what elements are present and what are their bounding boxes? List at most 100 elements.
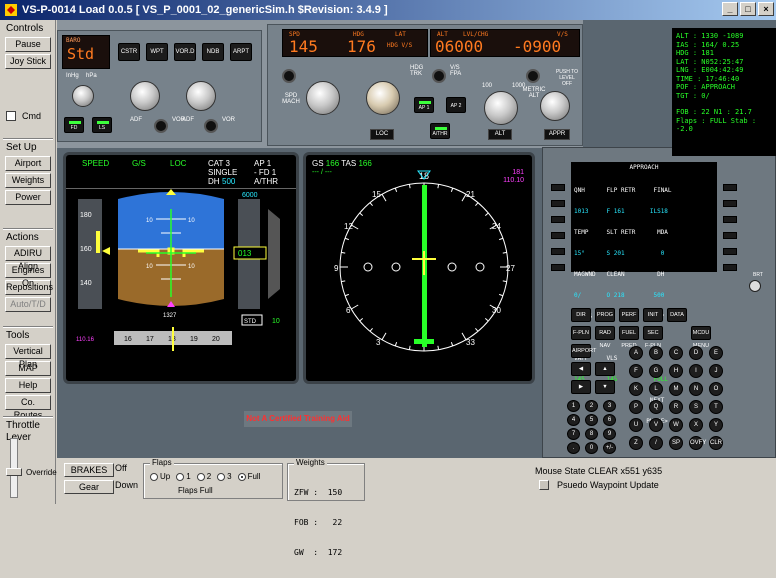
ap1-button[interactable]: AP 1: [414, 97, 434, 113]
flaps-full-option[interactable]: Full: [237, 472, 260, 481]
flaps-1-radio[interactable]: [176, 472, 185, 481]
arrow-down-key[interactable]: ▼: [595, 380, 615, 394]
mcdu-key-digit-5[interactable]: 6: [603, 414, 616, 426]
mcdu-key-n[interactable]: N: [689, 382, 703, 396]
mcdu-key-digit-11[interactable]: +/-: [603, 442, 616, 454]
mcdu-key-x[interactable]: X: [689, 418, 703, 432]
metric-alt-button[interactable]: [526, 69, 540, 83]
appr-button[interactable]: APPR: [544, 129, 570, 140]
brt-knob[interactable]: [749, 280, 761, 292]
prog-key[interactable]: PROG: [595, 308, 615, 322]
cstr-button[interactable]: CSTR: [118, 43, 140, 61]
throttle-slider[interactable]: [6, 468, 22, 476]
help-button[interactable]: Help: [5, 378, 51, 393]
cmd-checkbox[interactable]: [6, 111, 16, 121]
flaps-2-radio[interactable]: [196, 472, 205, 481]
mcdu-key-t[interactable]: T: [709, 400, 723, 414]
fd-button[interactable]: FD: [64, 117, 84, 133]
alt-button[interactable]: ALT: [488, 129, 512, 140]
pseudo-waypoint-button[interactable]: [539, 480, 549, 490]
maximize-button[interactable]: □: [740, 2, 756, 16]
close-button[interactable]: ×: [758, 2, 774, 16]
data-key[interactable]: DATA: [667, 308, 687, 322]
adf-vor-switch-2[interactable]: [204, 119, 218, 133]
nd-range-knob[interactable]: [186, 81, 216, 111]
mcdu-key-digit-3[interactable]: 4: [567, 414, 580, 426]
flaps-up-radio[interactable]: [150, 472, 158, 481]
co-routes-button[interactable]: Co. Routes: [5, 395, 51, 420]
init-key[interactable]: INIT: [643, 308, 663, 322]
fpln-key[interactable]: F-PLN: [571, 326, 591, 340]
mcdu-key-f[interactable]: F: [629, 364, 643, 378]
radnav-key[interactable]: RAD NAV: [595, 326, 615, 349]
lsk-3l[interactable]: [551, 216, 565, 223]
vertical-plan-button[interactable]: Vertical Plan: [5, 344, 51, 369]
hdg-vs-trk-fpa-button[interactable]: [432, 69, 446, 83]
vord-button[interactable]: VOR.D: [174, 43, 196, 61]
mcdu-key-r[interactable]: R: [669, 400, 683, 414]
heading-knob[interactable]: [366, 81, 400, 115]
mcdu-key-digit-7[interactable]: 8: [585, 428, 598, 440]
arrow-up-key[interactable]: ▲: [595, 362, 615, 376]
auto-tod-button[interactable]: Auto/T/D: [5, 297, 51, 312]
mcdu-key-c[interactable]: C: [669, 346, 683, 360]
mcdu-key-k[interactable]: K: [629, 382, 643, 396]
brakes-button[interactable]: BRAKES: [64, 463, 114, 477]
vs-knob[interactable]: [540, 91, 570, 121]
arrow-right-key[interactable]: ▶: [571, 380, 591, 394]
arrow-left-key[interactable]: ◀: [571, 362, 591, 376]
mcdu-key-m[interactable]: M: [669, 382, 683, 396]
mcdu-key-digit-1[interactable]: 2: [585, 400, 598, 412]
lsk-5l[interactable]: [551, 248, 565, 255]
flaps-1-option[interactable]: 1: [176, 472, 191, 481]
flaps-2-option[interactable]: 2: [196, 472, 211, 481]
nd-mode-knob[interactable]: [130, 81, 160, 111]
lsk-6l[interactable]: [551, 264, 565, 271]
mcdu-key-d[interactable]: D: [689, 346, 703, 360]
mcdu-key-digit-0[interactable]: 1: [567, 400, 580, 412]
lsk-6r[interactable]: [723, 264, 737, 271]
spd-mach-button[interactable]: [282, 69, 296, 83]
airport-button[interactable]: Airport: [5, 156, 51, 171]
speed-knob[interactable]: [306, 81, 340, 115]
mcdu-key-ovfy[interactable]: OVFY: [689, 436, 706, 450]
mcdu-key-clr[interactable]: CLR: [709, 436, 723, 450]
mcdu-key-o[interactable]: O: [709, 382, 723, 396]
ls-button[interactable]: LS: [92, 117, 112, 133]
perf-key[interactable]: PERF: [619, 308, 639, 322]
wpt-button[interactable]: WPT: [146, 43, 168, 61]
lsk-3r[interactable]: [723, 216, 737, 223]
mcdu-key-sp[interactable]: SP: [669, 436, 683, 450]
ndb-button[interactable]: NDB: [202, 43, 224, 61]
mcdu-key-e[interactable]: E: [709, 346, 723, 360]
mcdu-key-w[interactable]: W: [669, 418, 683, 432]
flaps-3-option[interactable]: 3: [217, 472, 232, 481]
mcdu-menu-key[interactable]: MCDU MENU: [691, 326, 711, 349]
pause-button[interactable]: Pause: [5, 37, 51, 52]
engines-on-button[interactable]: Engines On: [5, 263, 51, 288]
mcdu-key-v[interactable]: V: [649, 418, 663, 432]
mcdu-key-g[interactable]: G: [649, 364, 663, 378]
minimize-button[interactable]: _: [722, 2, 738, 16]
mcdu-key-digit-6[interactable]: 7: [567, 428, 580, 440]
fuelpred-key[interactable]: FUEL PRED: [619, 326, 639, 349]
map-button[interactable]: MAP: [5, 361, 51, 376]
lsk-5r[interactable]: [723, 248, 737, 255]
flaps-full-radio[interactable]: [237, 472, 246, 481]
weights-button[interactable]: Weights: [5, 173, 51, 188]
joystick-button[interactable]: Joy Stick: [5, 54, 51, 69]
mcdu-key-s[interactable]: S: [689, 400, 703, 414]
mcdu-key-l[interactable]: L: [649, 382, 663, 396]
power-button[interactable]: Power: [5, 190, 51, 205]
lsk-2l[interactable]: [551, 200, 565, 207]
mcdu-key-i[interactable]: I: [689, 364, 703, 378]
adiru-align-button[interactable]: ADIRU Align: [5, 246, 51, 271]
baro-knob[interactable]: [72, 85, 94, 107]
athr-button[interactable]: A/THR: [430, 123, 450, 139]
lsk-2r[interactable]: [723, 200, 737, 207]
mcdu-key-a[interactable]: A: [629, 346, 643, 360]
mcdu-key-u[interactable]: U: [629, 418, 643, 432]
ap2-button[interactable]: AP 2: [446, 97, 466, 113]
lsk-1r[interactable]: [723, 184, 737, 191]
dir-key[interactable]: DIR: [571, 308, 591, 322]
